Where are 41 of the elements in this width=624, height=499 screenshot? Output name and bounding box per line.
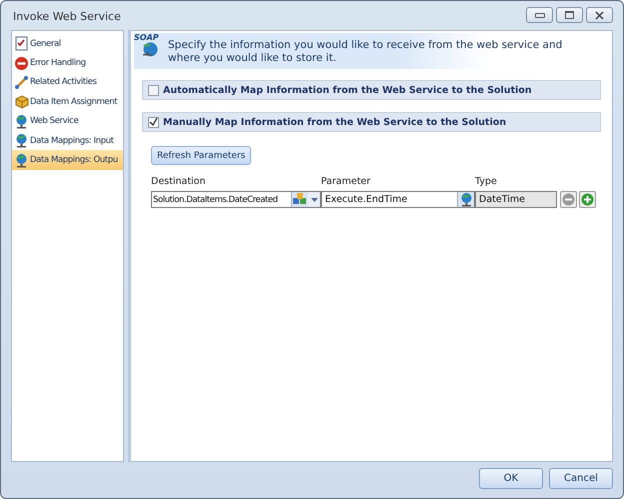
check-icon — [149, 118, 158, 126]
sidebar-item[interactable]: Error Handling — [12, 53, 123, 73]
sidebar-item[interactable]: Web Service — [12, 112, 123, 131]
close-icon — [595, 10, 604, 20]
sidebar-item[interactable]: Data Mappings: Input — [12, 130, 123, 150]
dialog-button[interactable]: OK — [479, 468, 543, 489]
minimize-button[interactable] — [526, 7, 553, 23]
dialog-button[interactable]: Cancel — [549, 468, 613, 489]
maximize-button[interactable] — [556, 7, 583, 23]
add-button[interactable] — [579, 191, 596, 208]
globe-icon — [14, 133, 29, 148]
column-header: Type — [475, 176, 498, 187]
close-button[interactable] — [586, 7, 613, 23]
link-icon — [14, 74, 29, 90]
globe-icon — [14, 114, 29, 129]
plus-icon — [581, 193, 594, 206]
checkbox[interactable] — [148, 116, 159, 128]
globe-icon — [459, 192, 473, 207]
refresh-parameters-button[interactable]: Refresh Parameters — [151, 146, 252, 165]
sidebar-item[interactable]: Data Mappings: Outpu — [12, 150, 123, 170]
option-label: Manually Map Information from the Web Service to the Solution — [163, 116, 506, 128]
sidebar-item[interactable]: Related Activities — [12, 72, 123, 92]
column-header: Destination — [151, 176, 207, 187]
sidebar-item[interactable]: Data Item Assignment — [12, 92, 123, 112]
stop-icon — [14, 56, 29, 71]
sidebar-item[interactable]: General — [12, 34, 123, 54]
header-text: Specify the information you would like to receive from the web service and where you would like to store it. — [168, 38, 564, 65]
option-label: Automatically Map Information from the Web Service to the Solution — [163, 84, 532, 96]
remove-button[interactable] — [560, 191, 577, 208]
window-title: Invoke Web Service — [13, 10, 121, 25]
caret-icon — [310, 198, 318, 202]
minus-icon — [562, 193, 575, 206]
globe-icon — [14, 152, 29, 168]
checklist-icon — [14, 36, 29, 52]
column-header: Parameter — [321, 176, 372, 187]
soap-logo: SOAP — [134, 33, 166, 67]
destination-field[interactable]: Solution.DataItems.DateCreated — [151, 191, 321, 208]
type-field: DateTime — [475, 191, 557, 208]
parameter-field[interactable]: Execute.EndTime — [321, 191, 475, 208]
cube-icon — [14, 94, 29, 110]
checkbox[interactable] — [148, 84, 159, 96]
